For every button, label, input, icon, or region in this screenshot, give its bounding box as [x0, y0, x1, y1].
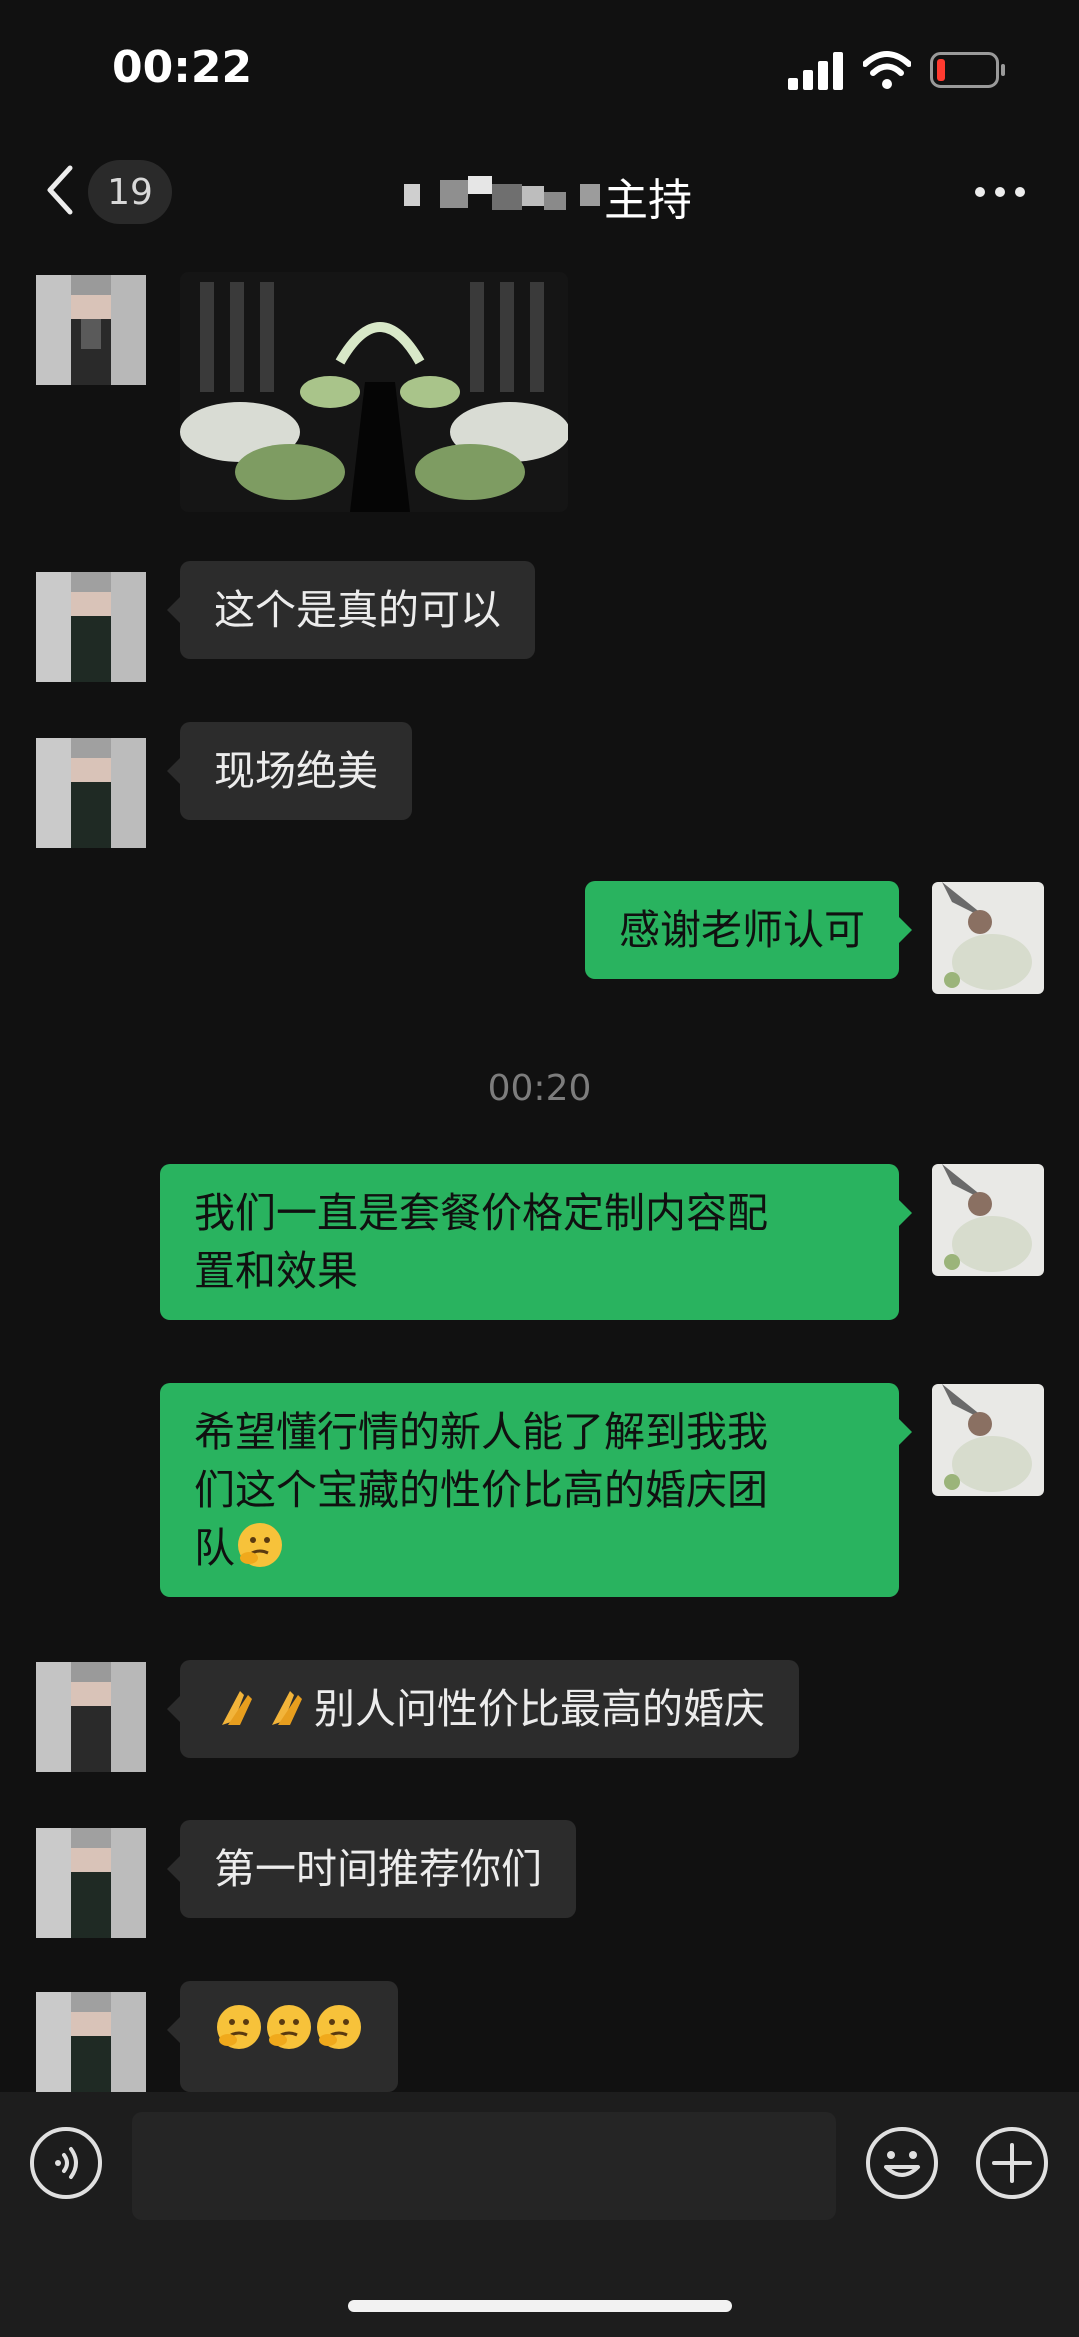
message-bubble-incoming[interactable]: 现场绝美: [167, 722, 412, 820]
home-indicator: [348, 2300, 732, 2312]
message-bubble-incoming[interactable]: 这个是真的可以: [167, 561, 535, 659]
thinking-face-icon: [217, 2005, 261, 2049]
folded-hands-icon: [222, 1691, 252, 1725]
wifi-icon: [863, 51, 911, 89]
emoji-icon[interactable]: [864, 2125, 940, 2201]
message-bubble-outgoing[interactable]: 感谢老师认可: [585, 881, 912, 979]
message-bubble-outgoing[interactable]: 希望懂行情的新人能了解到我我 们这个宝藏的性价比高的婚庆团 队: [160, 1383, 912, 1597]
message-text-line: 希望懂行情的新人能了解到我我: [194, 1408, 768, 1456]
message-text: 感谢老师认可: [619, 906, 865, 954]
plus-icon[interactable]: [974, 2125, 1050, 2201]
more-icon[interactable]: [970, 172, 1030, 212]
message-bubble-incoming[interactable]: 别人问性价比最高的婚庆: [167, 1660, 799, 1758]
message-text-line: 置和效果: [194, 1247, 358, 1295]
contact-avatar[interactable]: [36, 1662, 146, 1772]
back-chevron-icon[interactable]: [40, 162, 80, 218]
contact-avatar[interactable]: [36, 1992, 146, 2092]
contact-avatar[interactable]: [36, 275, 146, 385]
contact-avatar[interactable]: [36, 738, 146, 848]
message-text-line: 队: [194, 1524, 235, 1572]
contact-avatar[interactable]: [36, 572, 146, 682]
my-avatar[interactable]: [932, 882, 1044, 994]
folded-hands-icon: [272, 1691, 302, 1725]
battery-icon: [930, 52, 1005, 88]
title-mosaic: [404, 176, 600, 210]
message-text: 现场绝美: [214, 747, 378, 795]
status-time: 00:22: [112, 42, 253, 93]
chat-timestamp: 00:20: [487, 1068, 592, 1109]
thinking-face-icon: [238, 1523, 282, 1567]
contact-avatar[interactable]: [36, 1828, 146, 1938]
message-text: 第一时间推荐你们: [214, 1845, 542, 1893]
message-input[interactable]: [132, 2112, 836, 2220]
thinking-face-icon: [317, 2005, 361, 2049]
message-bubble-incoming[interactable]: [167, 1981, 398, 2092]
my-avatar[interactable]: [932, 1384, 1044, 1496]
message-text-line: 们这个宝藏的性价比高的婚庆团: [194, 1466, 768, 1514]
message-text: 别人问性价比最高的婚庆: [314, 1685, 765, 1733]
message-text-line: 我们一直是套餐价格定制内容配: [194, 1189, 768, 1237]
message-text: 这个是真的可以: [214, 586, 501, 634]
voice-icon[interactable]: [28, 2125, 104, 2201]
message-bubble-incoming[interactable]: 第一时间推荐你们: [167, 1820, 576, 1918]
chat-title: 主持: [604, 175, 692, 226]
message-bubble-outgoing[interactable]: 我们一直是套餐价格定制内容配 置和效果: [160, 1164, 912, 1320]
unread-count-badge[interactable]: 19: [88, 160, 172, 224]
my-avatar[interactable]: [932, 1164, 1044, 1276]
wedding-venue-photo[interactable]: [180, 272, 568, 512]
cellular-signal-icon: [788, 52, 843, 90]
thinking-face-icon: [267, 2005, 311, 2049]
